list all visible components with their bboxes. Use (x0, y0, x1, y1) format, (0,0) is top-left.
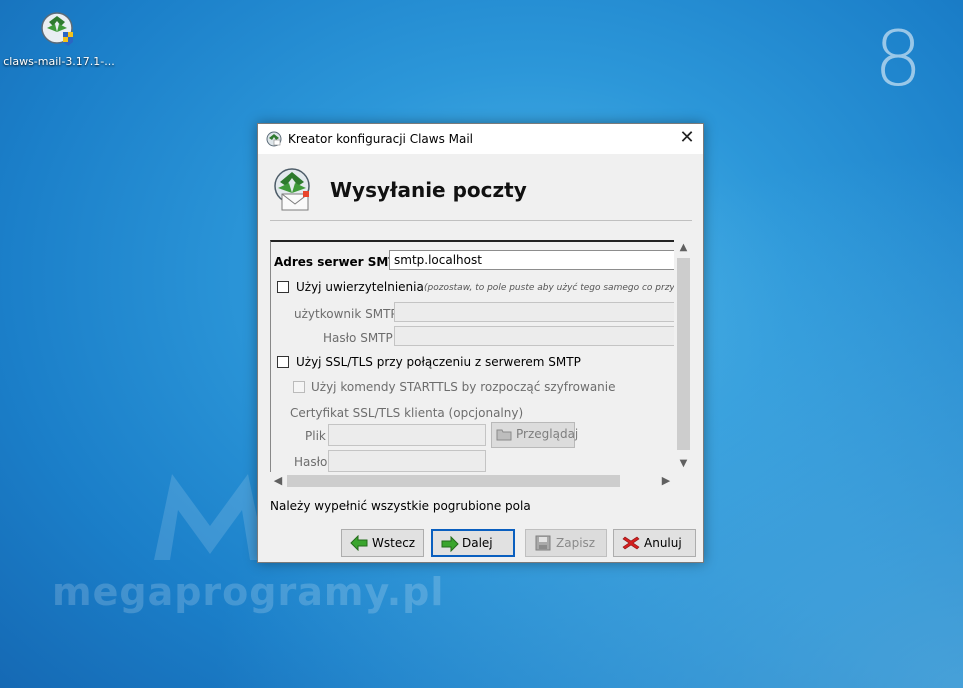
dialog-title: Kreator konfiguracji Claws Mail (288, 132, 474, 146)
desktop-icon-label: claws-mail-3.17.1-... (3, 55, 115, 68)
floppy-disk-icon (534, 535, 552, 551)
smtp-pass-label: Hasło SMTP: (323, 331, 397, 345)
settings-scroll-area[interactable]: Adres serwer SMTP: smtp.localhost Użyj u… (270, 240, 693, 497)
back-button-label: Wstecz (372, 536, 416, 550)
desktop-icon-claws-installer[interactable]: claws-mail-3.17.1-... (0, 8, 118, 68)
folder-icon (496, 428, 512, 441)
watermark-text: megaprogramy.pl (52, 570, 445, 614)
cancel-x-icon (622, 535, 640, 551)
scroll-right-icon[interactable]: ▶ (658, 472, 674, 490)
use-auth-checkbox[interactable] (277, 281, 289, 293)
back-button[interactable]: Wstecz (341, 529, 424, 557)
close-icon[interactable]: ✕ (671, 124, 703, 154)
settings-content: Adres serwer SMTP: smtp.localhost Użyj u… (270, 240, 675, 474)
wizard-dialog: Kreator konfiguracji Claws Mail ✕ Wysyła… (257, 123, 704, 563)
use-auth-label: Użyj uwierzytelnienia (296, 280, 424, 294)
browse-button-label: Przeglądaj (516, 427, 579, 441)
claws-app-icon (266, 131, 282, 147)
starttls-checkbox[interactable] (293, 381, 305, 393)
vertical-scrollbar[interactable]: ▲ ▼ (674, 240, 693, 472)
wizard-header: Wysyłanie poczty (270, 162, 692, 221)
horizontal-scroll-thumb[interactable] (287, 475, 620, 487)
cert-file-label: Plik (305, 429, 326, 443)
corner-digit: 8 (874, 14, 923, 103)
client-cert-label: Certyfikat SSL/TLS klienta (opcjonalny) (290, 406, 524, 420)
cancel-button[interactable]: Anuluj (613, 529, 696, 557)
use-ssl-label: Użyj SSL/TLS przy połączeniu z serwerem … (296, 355, 581, 369)
scroll-up-icon[interactable]: ▲ (674, 240, 693, 256)
installer-icon (37, 8, 81, 52)
browse-button[interactable]: Przeglądaj (491, 422, 579, 448)
status-message: Należy wypełnić wszystkie pogrubione pol… (270, 499, 531, 513)
auth-note: (pozostaw, to pole puste aby użyć tego s… (424, 283, 675, 293)
starttls-label: Użyj komendy STARTTLS by rozpocząć szyfr… (311, 380, 616, 394)
use-ssl-checkbox[interactable] (277, 356, 289, 368)
page-title: Wysyłanie poczty (330, 178, 527, 202)
cancel-button-label: Anuluj (644, 536, 682, 550)
send-mail-icon (270, 166, 316, 214)
horizontal-scrollbar[interactable]: ◀ ▶ (270, 472, 674, 490)
vertical-scroll-thumb[interactable] (677, 258, 690, 450)
next-button-label: Dalej (462, 536, 493, 550)
smtp-pass-input[interactable] (394, 326, 675, 346)
dialog-titlebar[interactable]: Kreator konfiguracji Claws Mail ✕ (258, 124, 703, 154)
smtp-server-input[interactable]: smtp.localhost (389, 250, 675, 270)
scroll-left-icon[interactable]: ◀ (270, 472, 286, 490)
arrow-left-icon (350, 534, 368, 552)
cert-pass-input[interactable] (328, 450, 486, 472)
save-button[interactable]: Zapisz (525, 529, 607, 557)
save-button-label: Zapisz (556, 536, 596, 550)
cert-pass-label: Hasło (294, 455, 328, 469)
smtp-user-label: użytkownik SMTP: (294, 307, 402, 321)
cert-file-input[interactable] (328, 424, 486, 446)
scroll-down-icon[interactable]: ▼ (674, 456, 693, 472)
next-button[interactable]: Dalej (431, 529, 515, 557)
arrow-right-icon (441, 535, 459, 553)
smtp-user-input[interactable] (394, 302, 675, 322)
